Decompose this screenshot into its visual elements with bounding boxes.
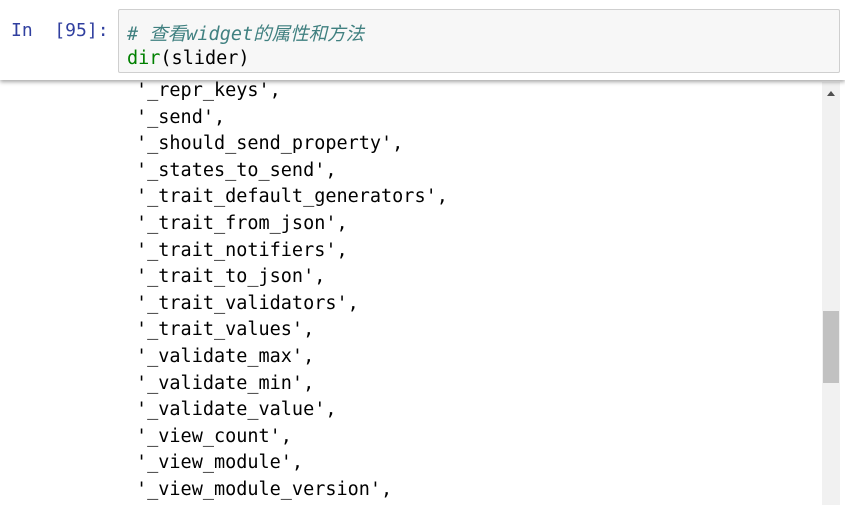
input-prompt: In [95]: [11,20,109,41]
code-cell-input: In [95]: # 查看widget的属性和方法 dir(slider) [0,0,845,80]
output-line: '_trait_to_json', [136,266,326,288]
output-list: '_repr_keys', '_send', '_should_send_prope… [136,78,448,504]
output-line: '_view_module', [136,452,304,474]
code-arguments: (slider) [160,48,250,69]
output-line: '_states_to_send', [136,159,337,181]
output-line: '_trait_values', [136,319,315,341]
output-line: '_send', [136,106,226,128]
output-line: '_trait_validators', [136,292,359,314]
output-line: '_trait_default_generators', [136,186,448,208]
output-line: '_repr_keys', [136,80,281,101]
scroll-thumb[interactable] [823,311,839,383]
code-statement-line: dir(slider) [127,48,250,69]
output-line: '_view_module_version', [136,478,393,500]
output-line: '_should_send_property', [136,133,404,155]
code-builtin-function: dir [127,48,161,69]
output-scrollbar[interactable] [822,82,840,505]
code-editor[interactable]: # 查看widget的属性和方法 dir(slider) [118,9,840,73]
output-line: '_validate_max', [136,345,315,367]
code-comment-line: # 查看widget的属性和方法 [127,24,365,45]
output-line: '_trait_notifiers', [136,239,348,261]
scroll-up-arrow-icon[interactable] [822,82,840,104]
output-line: '_view_count', [136,425,292,447]
output-line: '_validate_min', [136,372,315,394]
output-line: '_trait_from_json', [136,212,348,234]
notebook-page: '_repr_keys', '_send', '_should_send_prope… [0,0,845,505]
output-line: '_validate_value', [136,399,337,421]
